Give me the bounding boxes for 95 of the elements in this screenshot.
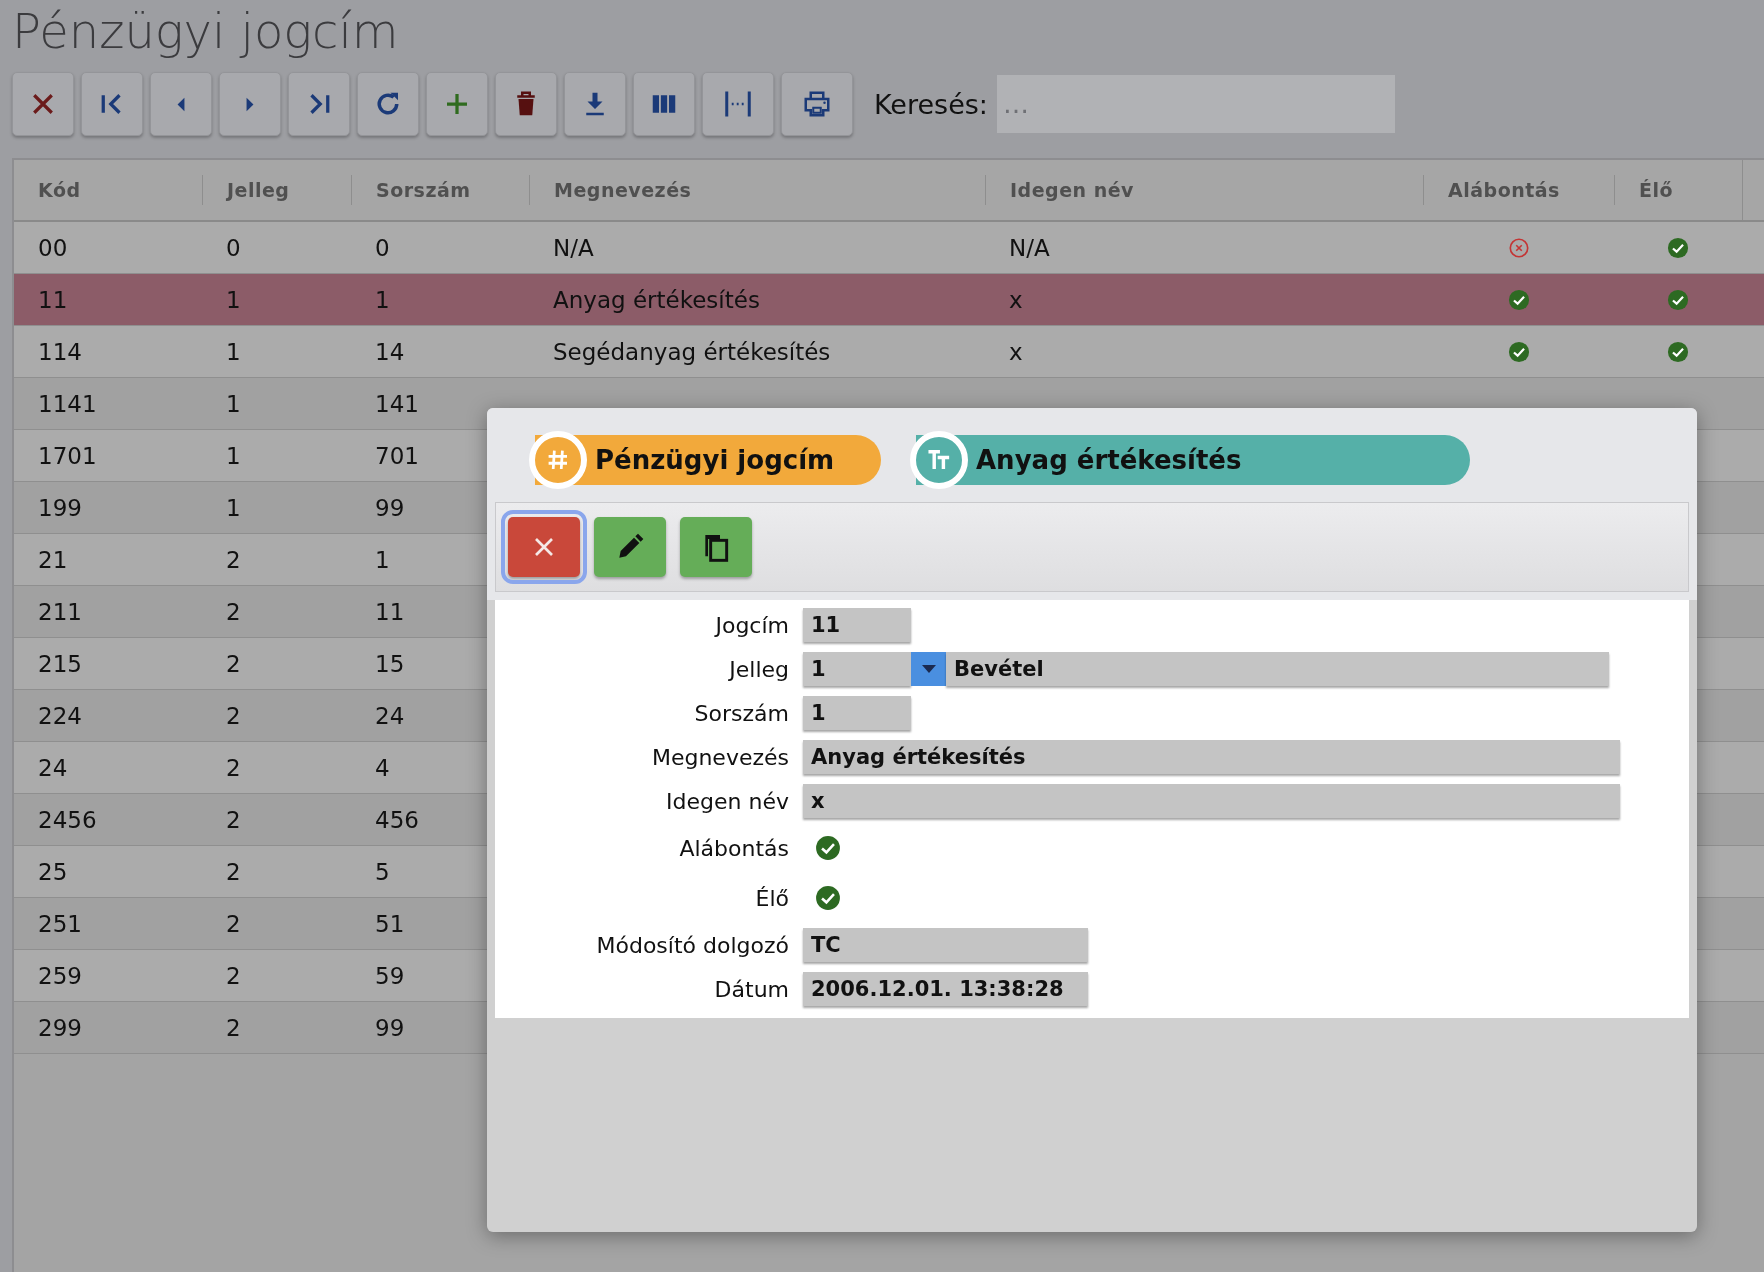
- field-label: Élő: [754, 885, 790, 911]
- table-cell-text: 0: [374, 234, 391, 261]
- table-cell-text: 199: [37, 494, 83, 521]
- table-cell-text: 2: [225, 650, 242, 677]
- field-label: Alábontás: [678, 835, 790, 861]
- hash-icon: [529, 431, 587, 489]
- copy-button[interactable]: [680, 517, 752, 577]
- dotted-span-button[interactable]: [702, 72, 774, 136]
- table-cell-text: 15: [374, 650, 406, 677]
- table-cell-text: 141: [374, 390, 420, 417]
- table-cell-text: 1: [374, 286, 391, 313]
- dropdown-button[interactable]: [911, 652, 946, 686]
- table-cell-text: Anyag értékesítés: [552, 286, 761, 313]
- table-cell-text: 99: [374, 494, 406, 521]
- field-label: Idegen név: [665, 788, 790, 814]
- table-cell-text: 456: [374, 806, 420, 833]
- table-cell-text: 14: [374, 338, 406, 365]
- table-cell-text: x: [1008, 338, 1024, 365]
- trash-button[interactable]: [495, 72, 557, 136]
- table-cell-text: 00: [37, 234, 69, 261]
- input-field[interactable]: x: [803, 784, 1620, 818]
- table-cell-text: 4: [374, 754, 391, 781]
- field-label: Jelleg: [727, 656, 790, 682]
- table-cell-text: 2: [225, 806, 242, 833]
- table-cell-text: 0: [225, 234, 242, 261]
- field-label: Sorszám: [693, 700, 790, 726]
- printer-icon: [802, 89, 832, 119]
- table-cell-text: 211: [37, 598, 83, 625]
- search-field[interactable]: …: [996, 75, 1395, 133]
- printer-button[interactable]: [781, 72, 853, 136]
- table-cell-text: 24: [37, 754, 69, 781]
- table-cell-text: 11: [374, 598, 406, 625]
- table-cell-text: 2: [225, 962, 242, 989]
- table-cell-text: 1: [225, 286, 242, 313]
- table-cell-text: 2: [225, 858, 242, 885]
- table-cell-text: 1: [225, 494, 242, 521]
- table-cell-text: 1: [225, 390, 242, 417]
- table-cell-text: 701: [374, 442, 420, 469]
- refresh-button[interactable]: [357, 72, 419, 136]
- table-row[interactable]: 00 0 0 N/A N/A: [14, 222, 1764, 274]
- search-label: Keresés:: [874, 88, 988, 120]
- field-label: Dátum: [713, 976, 790, 1002]
- table-cell-text: 25: [37, 858, 69, 885]
- table-cell-text: Segédanyag értékesítés: [552, 338, 832, 365]
- download-button[interactable]: [564, 72, 626, 136]
- table-cell-text: 51: [374, 910, 406, 937]
- table-cell-text: 114: [37, 338, 83, 365]
- table-cell-text: 2: [225, 754, 242, 781]
- edit-button[interactable]: [594, 517, 666, 577]
- field-label: Jogcím: [713, 612, 790, 638]
- table-cell-text: 2: [225, 702, 242, 729]
- input-field[interactable]: 11: [803, 608, 911, 642]
- table-cell-text: 24: [374, 702, 406, 729]
- text-size-icon: [910, 431, 968, 489]
- table-cell-text: 21: [37, 546, 69, 573]
- table-cell-text: 2: [225, 598, 242, 625]
- input-field[interactable]: 1: [803, 696, 911, 730]
- caret-icon: [921, 665, 936, 673]
- page-title: Pénzügyi jogcím: [12, 2, 400, 61]
- input-field[interactable]: Anyag értékesítés: [803, 740, 1620, 774]
- close-button[interactable]: [12, 72, 74, 136]
- table-cell-text: 259: [37, 962, 83, 989]
- input-field[interactable]: TC: [803, 928, 1088, 962]
- table-cell-text: 251: [37, 910, 83, 937]
- table-cell-text: 2: [225, 910, 242, 937]
- table-cell-text: 1701: [37, 442, 98, 469]
- table-cell-text: N/A: [1008, 234, 1051, 261]
- table-cell-text: 2456: [37, 806, 98, 833]
- table-cell-text: 1: [225, 338, 242, 365]
- input-field[interactable]: 2006.12.01. 13:38:28: [803, 972, 1088, 1006]
- table-cell-text: x: [1008, 286, 1024, 313]
- right-triangle-icon: [246, 96, 254, 112]
- table-cell-text: 59: [374, 962, 406, 989]
- table-row[interactable]: 114 1 14 Segédanyag értékesítés x: [14, 326, 1764, 378]
- first-page-button[interactable]: [81, 72, 143, 136]
- last-page-button[interactable]: [288, 72, 350, 136]
- table-cell-text: 1: [374, 546, 391, 573]
- table-cell-text: 1141: [37, 390, 98, 417]
- dotted-span-icon: [723, 89, 753, 119]
- table-cell-text: N/A: [552, 234, 595, 261]
- table-cell-text: 99: [374, 1014, 406, 1041]
- field-label: Módosító dolgozó: [595, 932, 790, 958]
- table-cell-text: 2: [225, 546, 242, 573]
- field-label: Megnevezés: [650, 744, 790, 770]
- table-cell-text: 215: [37, 650, 83, 677]
- table-cell-text: 2: [225, 1014, 242, 1041]
- columns-button[interactable]: [633, 72, 695, 136]
- table-cell-text: 5: [374, 858, 391, 885]
- table-cell-text: 11: [37, 286, 69, 313]
- input-field[interactable]: 1: [803, 652, 911, 686]
- select-field[interactable]: Bevétel: [946, 652, 1609, 686]
- table-cell-text: 299: [37, 1014, 83, 1041]
- left-triangle-icon: [177, 96, 185, 112]
- table-cell-text: 1: [225, 442, 242, 469]
- table-cell-text: 224: [37, 702, 83, 729]
